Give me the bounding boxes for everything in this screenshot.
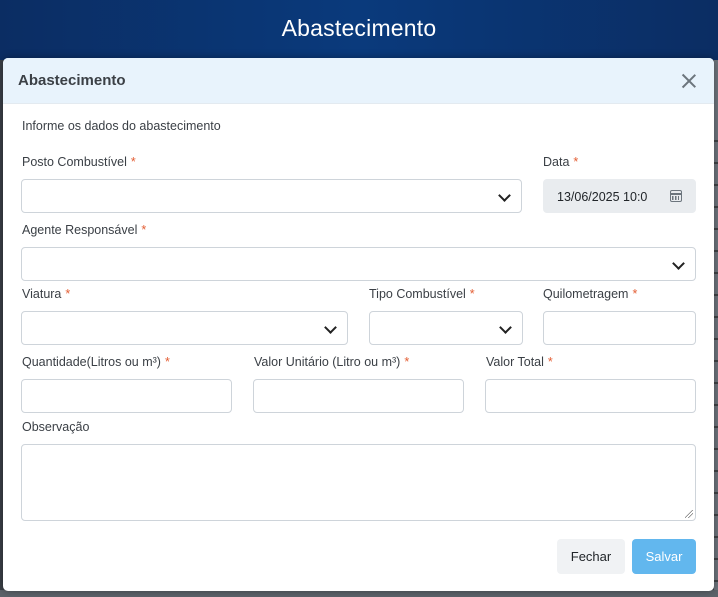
quilometragem-label: Quilometragem * xyxy=(543,287,638,301)
chevron-down-icon xyxy=(498,189,511,202)
close-button[interactable]: Fechar xyxy=(557,539,625,574)
data-label: Data * xyxy=(543,155,579,169)
close-icon[interactable] xyxy=(679,71,699,91)
viatura-select[interactable] xyxy=(21,311,348,345)
calendar-icon[interactable] xyxy=(670,190,682,202)
fueling-modal: Abastecimento Informe os dados do abaste… xyxy=(3,58,714,591)
modal-title: Abastecimento xyxy=(18,72,126,89)
valor-total-label: Valor Total * xyxy=(486,355,553,369)
valor-unitario-input[interactable] xyxy=(253,379,464,413)
backdrop-page xyxy=(714,60,718,597)
tipo-label: Tipo Combustível * xyxy=(369,287,475,301)
agente-select[interactable] xyxy=(21,247,696,281)
valor-unitario-label: Valor Unitário (Litro ou m³) * xyxy=(254,355,410,369)
valor-total-input[interactable] xyxy=(485,379,696,413)
resize-handle-icon[interactable] xyxy=(685,510,693,518)
posto-select[interactable] xyxy=(21,179,522,213)
chevron-down-icon xyxy=(672,257,685,270)
date-value: 13/06/2025 10:00 xyxy=(557,190,647,204)
quilometragem-input[interactable] xyxy=(543,311,696,345)
save-button[interactable]: Salvar xyxy=(632,539,696,574)
chevron-down-icon xyxy=(324,321,337,334)
observacao-textarea[interactable] xyxy=(21,444,696,521)
modal-body: Informe os dados do abastecimento Posto … xyxy=(3,104,714,591)
agente-label: Agente Responsável * xyxy=(22,223,147,237)
quantidade-input[interactable] xyxy=(21,379,232,413)
chevron-down-icon xyxy=(499,321,512,334)
page-title: Abastecimento xyxy=(281,14,437,41)
observacao-label: Observação xyxy=(22,420,90,434)
tipo-select[interactable] xyxy=(369,311,523,345)
backdrop-footer xyxy=(0,590,718,597)
quantidade-label: Quantidade(Litros ou m³) * xyxy=(22,355,170,369)
app-header: Abastecimento xyxy=(0,0,718,60)
date-input[interactable]: 13/06/2025 10:00 xyxy=(543,179,696,213)
form-subtitle: Informe os dados do abastecimento xyxy=(22,119,221,133)
posto-label: Posto Combustível * xyxy=(22,155,136,169)
modal-header: Abastecimento xyxy=(3,58,714,104)
viatura-label: Viatura * xyxy=(22,287,71,301)
